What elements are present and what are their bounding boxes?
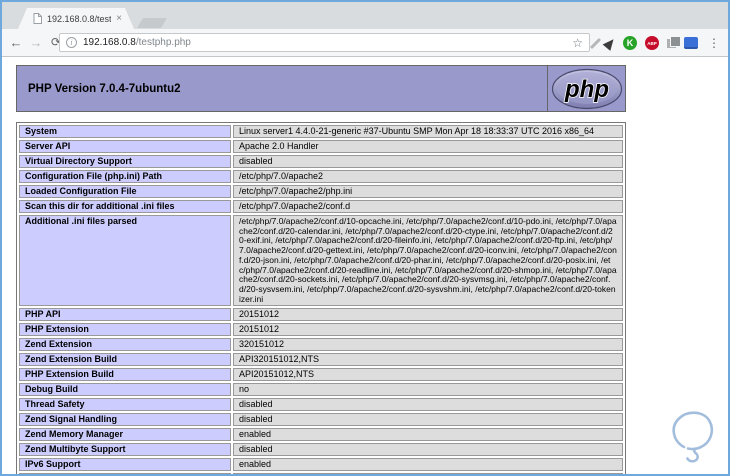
tab-bar: 192.168.0.8/testphp.php × <box>2 2 728 29</box>
info-label-cell: Zend Memory Manager <box>19 428 231 442</box>
new-tab-button[interactable] <box>137 18 167 28</box>
info-label-cell: Loaded Configuration File <box>19 185 231 198</box>
extension-row: K ABP ⋮ <box>589 29 722 57</box>
cursor-extension-icon[interactable] <box>602 35 618 51</box>
info-value-cell: disabled <box>233 398 623 412</box>
info-value-cell: /etc/php/7.0/apache2/conf.d/10-opcache.i… <box>233 215 623 307</box>
info-row: Additional .ini files parsed /etc/php/7.… <box>19 215 623 307</box>
info-row: PHP API 20151012 <box>19 308 623 322</box>
adblock-extension-icon[interactable]: ABP <box>645 36 659 50</box>
phpinfo-content: PHP Version 7.0.4-7ubuntu2 php System Li… <box>2 57 728 474</box>
watermark-logo-icon <box>660 408 728 474</box>
tab-title: 192.168.0.8/testphp.php <box>47 13 110 24</box>
info-row: Zend Multibyte Support disabled <box>19 443 623 457</box>
info-row: Server API Apache 2.0 Handler <box>19 140 623 153</box>
info-value-cell: enabled <box>233 458 623 472</box>
tab-close-icon[interactable]: × <box>116 14 122 24</box>
url-path: /testphp.php <box>135 37 191 48</box>
info-value-cell: 20151012 <box>233 323 623 337</box>
info-value-cell: no <box>233 383 623 397</box>
info-row: System Linux server1 4.4.0-21-generic #3… <box>19 125 623 138</box>
info-label-cell: Zend Signal Handling <box>19 413 231 427</box>
info-value-cell: disabled <box>233 443 623 457</box>
info-value-cell: enabled <box>233 428 623 442</box>
info-label-cell: Zend Multibyte Support <box>19 443 231 457</box>
info-value-cell: Linux server1 4.4.0-21-generic #37-Ubunt… <box>233 125 623 138</box>
browser-toolbar: ← → ⟳ i 192.168.0.8/testphp.php ☆ K ABP … <box>2 29 728 57</box>
info-label-cell: PHP API <box>19 308 231 322</box>
info-label-cell: Zend Extension Build <box>19 353 231 367</box>
php-logo-icon: php <box>551 68 622 109</box>
php-version-title: PHP Version 7.0.4-7ubuntu2 <box>28 82 181 95</box>
info-label-cell: Scan this dir for additional .ini files <box>19 200 231 213</box>
info-row: Configuration File (php.ini) Path /etc/p… <box>19 170 623 183</box>
url-text[interactable]: 192.168.0.8/testphp.php <box>83 37 566 48</box>
address-bar[interactable]: i 192.168.0.8/testphp.php ☆ <box>59 33 590 52</box>
info-label-cell: Virtual Directory Support <box>19 155 231 168</box>
php-logo: php <box>547 66 625 111</box>
squares-extension-icon[interactable] <box>667 35 681 48</box>
info-label-cell: Server API <box>19 140 231 153</box>
info-row: Zend Extension Build API320151012,NTS <box>19 353 623 367</box>
info-row: PHP Extension Build API20151012,NTS <box>19 368 623 382</box>
phpinfo-header: PHP Version 7.0.4-7ubuntu2 php <box>16 65 626 112</box>
info-value-cell: API320151012,NTS <box>233 353 623 367</box>
page-viewport: PHP Version 7.0.4-7ubuntu2 php System Li… <box>2 57 728 474</box>
forward-button: → <box>29 35 43 50</box>
keepass-extension-icon[interactable]: K <box>623 36 637 50</box>
info-label-cell: IPv6 Support <box>19 458 231 472</box>
info-row: Debug Build no <box>19 383 623 397</box>
info-label-cell: Additional .ini files parsed <box>19 215 231 307</box>
back-button[interactable]: ← <box>6 36 26 49</box>
bookmark-star-icon[interactable]: ☆ <box>572 36 583 50</box>
info-value-cell: Apache 2.0 Handler <box>233 140 623 153</box>
info-value-cell: /etc/php/7.0/apache2/php.ini <box>233 185 623 198</box>
info-row: PHP Extension 20151012 <box>19 323 623 337</box>
info-value-cell: disabled <box>233 155 623 168</box>
pen-extension-icon[interactable] <box>589 37 602 49</box>
page-favicon-icon <box>33 13 42 24</box>
url-host: 192.168.0.8 <box>83 37 136 48</box>
info-value-cell: /etc/php/7.0/apache2/conf.d <box>233 200 623 213</box>
browser-menu-icon[interactable]: ⋮ <box>706 37 722 49</box>
info-value-cell: disabled <box>233 413 623 427</box>
info-value-cell: 20151012 <box>233 308 623 322</box>
browser-tab[interactable]: 192.168.0.8/testphp.php × <box>18 8 134 29</box>
browser-window: 192.168.0.8/testphp.php × ← → ⟳ i 192.16… <box>0 0 730 476</box>
phpinfo-table: System Linux server1 4.4.0-21-generic #3… <box>16 122 626 474</box>
info-row: Thread Safety disabled <box>19 398 623 412</box>
info-row: Zend Signal Handling disabled <box>19 413 623 427</box>
info-value-cell: API20151012,NTS <box>233 368 623 382</box>
svg-text:php: php <box>564 76 609 103</box>
info-value-cell: /etc/php/7.0/apache2 <box>233 170 623 183</box>
info-row: Scan this dir for additional .ini files … <box>19 200 623 213</box>
page-info-icon[interactable]: i <box>66 37 77 48</box>
info-row: Zend Extension 320151012 <box>19 338 623 352</box>
info-label-cell: PHP Extension Build <box>19 368 231 382</box>
info-row: Loaded Configuration File /etc/php/7.0/a… <box>19 185 623 198</box>
info-row: Zend Memory Manager enabled <box>19 428 623 442</box>
info-value-cell: 320151012 <box>233 338 623 352</box>
info-row: IPv6 Support enabled <box>19 458 623 472</box>
info-label-cell: Zend Extension <box>19 338 231 352</box>
info-label-cell: Debug Build <box>19 383 231 397</box>
info-label-cell: PHP Extension <box>19 323 231 337</box>
blue-extension-icon[interactable] <box>684 37 698 49</box>
info-label-cell: Configuration File (php.ini) Path <box>19 170 231 183</box>
info-label-cell: Thread Safety <box>19 398 231 412</box>
info-row: Virtual Directory Support disabled <box>19 155 623 168</box>
info-label-cell: System <box>19 125 231 138</box>
